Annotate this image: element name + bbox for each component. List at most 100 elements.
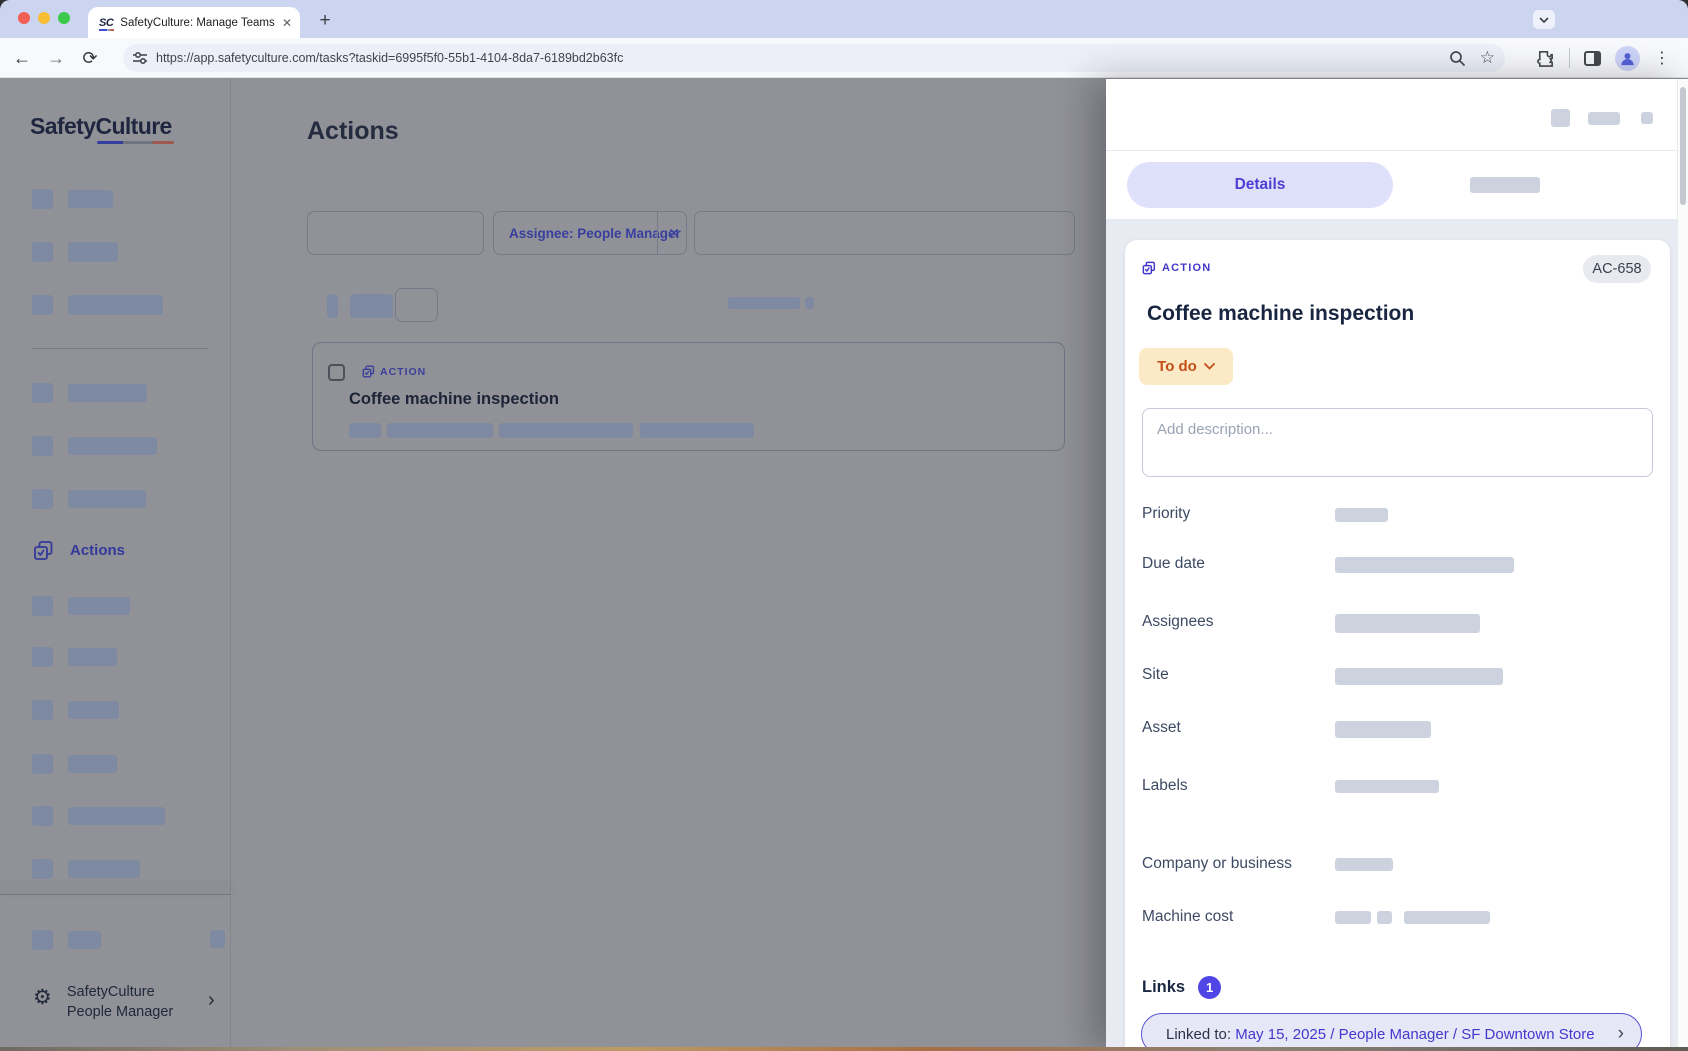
value-skeleton	[1335, 557, 1514, 573]
links-header: Links 1	[1142, 976, 1221, 999]
value-skeleton	[1404, 911, 1490, 924]
sidebar-skeleton-item	[32, 859, 140, 879]
forward-icon[interactable]: →	[42, 44, 70, 72]
task-details-drawer: Details ACTION	[1106, 79, 1688, 1051]
chevron-right-icon[interactable]: ›	[208, 989, 215, 1012]
linked-prefix: Linked to:	[1166, 1026, 1235, 1043]
actions-copy-check-icon	[33, 540, 54, 561]
field-row-priority[interactable]: Priority	[1142, 505, 1190, 525]
field-row-asset[interactable]: Asset	[1142, 719, 1181, 739]
value-skeleton	[1335, 911, 1371, 924]
zoom-icon[interactable]	[1449, 50, 1466, 67]
value-skeleton	[1335, 508, 1388, 522]
value-skeleton	[1335, 780, 1439, 793]
browser-tab[interactable]: SC SafetyCulture: Manage Teams ✕	[88, 7, 300, 38]
value-skeleton	[1335, 614, 1480, 633]
address-bar[interactable]: https://app.safetyculture.com/tasks?task…	[123, 44, 1505, 72]
sidebar-skeleton-item	[32, 436, 157, 456]
sidebar-skeleton-item	[32, 189, 113, 209]
org-name: SafetyCulture	[67, 982, 173, 1002]
value-skeleton	[1377, 911, 1392, 924]
field-row-company[interactable]: Company or business	[1142, 855, 1292, 875]
action-copy-check-icon	[362, 365, 375, 378]
page-title: Actions	[307, 117, 399, 146]
extensions-puzzle-icon[interactable]	[1536, 49, 1555, 68]
action-type-label: ACTION	[380, 366, 426, 378]
drawer-scrollbar[interactable]	[1677, 79, 1688, 1051]
field-row-due-date[interactable]: Due date	[1142, 555, 1205, 575]
chevron-right-icon: ›	[1618, 1023, 1624, 1045]
tune-icon[interactable]	[132, 50, 148, 66]
sidebar-skeleton-item	[32, 489, 146, 509]
filter-chip-label: Assignee: People Manager	[494, 226, 681, 241]
assignee-filter-chip[interactable]: Assignee: People Manager ✕	[493, 211, 687, 255]
list-toolbar-skeleton	[805, 297, 814, 309]
action-id-badge: AC-658	[1583, 255, 1651, 283]
site-favicon-icon: SC	[99, 17, 113, 29]
search-filter-box[interactable]	[307, 211, 484, 255]
org-switcher[interactable]: ⚙ SafetyCulture People Manager	[33, 982, 173, 1022]
sidebar-skeleton-item	[32, 596, 130, 616]
linked-inspection-row[interactable]: Linked to: May 15, 2025 / People Manager…	[1141, 1013, 1642, 1051]
field-row-site[interactable]: Site	[1142, 666, 1169, 686]
action-list-row[interactable]: ACTION Coffee machine inspection	[312, 342, 1065, 451]
gear-icon: ⚙	[33, 988, 52, 1022]
page-content: SafetyCulture Actions	[0, 79, 1688, 1051]
browser-menu-icon[interactable]: ⋮	[1654, 48, 1670, 68]
row-skeleton	[387, 423, 493, 438]
sidebar-skeleton-item	[32, 806, 165, 826]
tab-strip: SC SafetyCulture: Manage Teams ✕ +	[0, 0, 1688, 38]
profile-avatar[interactable]	[1615, 46, 1640, 71]
action-detail-card: ACTION AC-658 Coffee machine inspection …	[1125, 240, 1670, 1051]
remove-filter-icon[interactable]: ✕	[660, 225, 688, 242]
field-row-labels[interactable]: Labels	[1142, 777, 1188, 797]
sidebar-item-actions[interactable]: Actions	[33, 540, 125, 561]
tab-close-icon[interactable]: ✕	[282, 16, 292, 30]
links-label: Links	[1142, 978, 1185, 997]
status-label: To do	[1157, 358, 1197, 375]
select-all-box[interactable]	[395, 288, 438, 322]
status-dropdown[interactable]: To do	[1139, 348, 1233, 385]
action-row-title[interactable]: Coffee machine inspection	[349, 390, 559, 409]
add-filter-box[interactable]	[694, 211, 1075, 255]
back-icon[interactable]: ←	[8, 44, 36, 72]
links-count-badge: 1	[1198, 976, 1221, 999]
header-icon-skeleton	[1641, 112, 1653, 124]
new-tab-button[interactable]: +	[311, 8, 339, 36]
scrollbar-thumb[interactable]	[1680, 87, 1686, 205]
sidebar-skeleton-item	[32, 242, 118, 262]
row-checkbox[interactable]	[328, 364, 345, 381]
drawer-tabs: Details	[1106, 151, 1688, 219]
chevron-down-icon	[1204, 363, 1215, 370]
value-skeleton	[1335, 668, 1503, 685]
macos-close-button[interactable]	[18, 12, 30, 24]
sidebar-skeleton-item	[32, 930, 101, 950]
url-text[interactable]: https://app.safetyculture.com/tasks?task…	[156, 51, 1449, 65]
sidebar-skeleton-item	[32, 754, 117, 774]
action-title[interactable]: Coffee machine inspection	[1147, 302, 1414, 326]
app-sidebar: SafetyCulture Actions	[0, 79, 231, 1051]
value-skeleton	[1335, 858, 1393, 871]
side-panel-icon[interactable]	[1584, 51, 1601, 66]
tab-search-chevron-icon[interactable]	[1533, 10, 1555, 29]
bookmark-star-icon[interactable]: ☆	[1480, 48, 1495, 68]
action-type-tag: ACTION	[362, 365, 426, 378]
linked-inspection-link[interactable]: May 15, 2025 / People Manager / SF Downt…	[1235, 1026, 1594, 1043]
sidebar-skeleton-item	[32, 383, 147, 403]
sidebar-skeleton-item	[32, 295, 163, 315]
row-skeleton	[349, 423, 381, 438]
browser-toolbar: ← → ⟳ https://app.safetyculture.com/task…	[0, 38, 1688, 78]
field-row-machine-cost[interactable]: Machine cost	[1142, 908, 1233, 928]
reload-icon[interactable]: ⟳	[76, 44, 104, 72]
tab-details[interactable]: Details	[1127, 162, 1393, 208]
description-input[interactable]	[1142, 408, 1653, 477]
field-row-assignees[interactable]: Assignees	[1142, 613, 1214, 633]
macos-minimize-button[interactable]	[38, 12, 50, 24]
sidebar-footer-divider	[0, 894, 231, 895]
drawer-header	[1106, 79, 1688, 151]
macos-zoom-button[interactable]	[58, 12, 70, 24]
sidebar-skeleton-square	[210, 930, 225, 948]
safetyculture-logo: SafetyCulture	[30, 113, 172, 140]
drawer-body: ACTION AC-658 Coffee machine inspection …	[1106, 219, 1688, 1051]
tab-skeleton	[1470, 177, 1540, 193]
